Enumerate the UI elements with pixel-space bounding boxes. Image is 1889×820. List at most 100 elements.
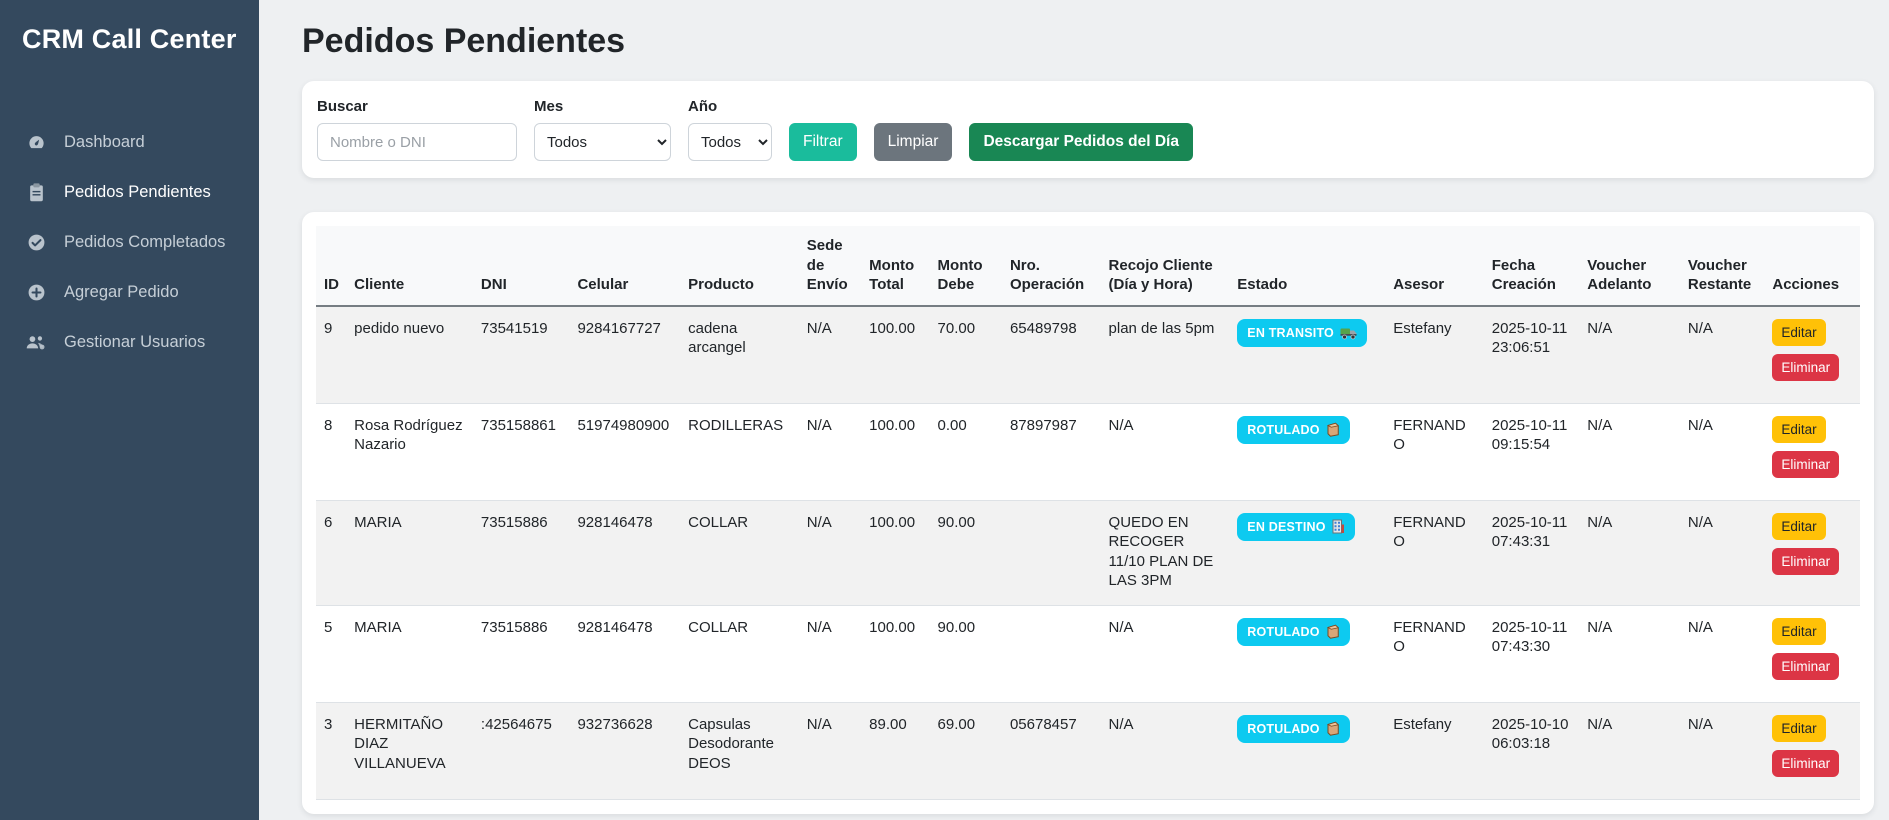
clear-button[interactable]: Limpiar xyxy=(874,123,953,161)
sidebar-item-label: Gestionar Usuarios xyxy=(64,333,205,352)
cell-sede_envio: N/A xyxy=(799,702,861,799)
search-input[interactable] xyxy=(317,123,517,161)
cell-producto: Capsulas Desodorante DEOS xyxy=(680,702,799,799)
column-header-monto_debe: Monto Debe xyxy=(930,226,1002,306)
page-title: Pedidos Pendientes xyxy=(302,22,1874,61)
cell-recojo: N/A xyxy=(1101,605,1230,702)
cell-id: 8 xyxy=(316,403,346,500)
cell-nro_operacion: 05678457 xyxy=(1002,702,1101,799)
cell-voucher_restante: N/A xyxy=(1680,500,1764,605)
cell-voucher_adelanto: N/A xyxy=(1579,500,1680,605)
sidebar-nav: Dashboard Pedidos Pendientes Pedidos Com… xyxy=(0,117,259,367)
cell-celular: 932736628 xyxy=(569,702,680,799)
column-header-producto: Producto xyxy=(680,226,799,306)
cell-voucher_restante: N/A xyxy=(1680,605,1764,702)
cell-fecha_creacion: 2025-10-11 09:15:54 xyxy=(1484,403,1580,500)
column-header-celular: Celular xyxy=(569,226,680,306)
cell-asesor: Estefany xyxy=(1385,306,1484,404)
year-select[interactable]: Todos xyxy=(688,123,772,161)
cell-celular: 928146478 xyxy=(569,500,680,605)
cell-monto_total: 89.00 xyxy=(861,702,929,799)
cell-asesor: FERNANDO xyxy=(1385,605,1484,702)
cell-recojo: N/A xyxy=(1101,403,1230,500)
cell-monto_total: 100.00 xyxy=(861,403,929,500)
cell-acciones: Editar Eliminar xyxy=(1764,702,1860,799)
cell-voucher_restante: N/A xyxy=(1680,306,1764,404)
cell-id: 5 xyxy=(316,605,346,702)
sidebar-item-pedidos-pendientes[interactable]: Pedidos Pendientes xyxy=(0,167,259,217)
delete-button[interactable]: Eliminar xyxy=(1772,451,1839,478)
check-circle-icon xyxy=(26,232,46,252)
cell-fecha_creacion: 2025-10-11 07:43:30 xyxy=(1484,605,1580,702)
cell-cliente: pedido nuevo xyxy=(346,306,473,404)
sidebar-item-gestionar-usuarios[interactable]: Gestionar Usuarios xyxy=(0,317,259,367)
search-label: Buscar xyxy=(317,98,517,115)
cell-sede_envio: N/A xyxy=(799,605,861,702)
status-badge: ROTULADO xyxy=(1237,416,1349,444)
cell-fecha_creacion: 2025-10-11 23:06:51 xyxy=(1484,306,1580,404)
cell-id: 9 xyxy=(316,306,346,404)
cell-estado: ROTULADO xyxy=(1229,403,1385,500)
filter-button[interactable]: Filtrar xyxy=(789,123,857,161)
sidebar-item-agregar-pedido[interactable]: Agregar Pedido xyxy=(0,267,259,317)
cell-monto_debe: 70.00 xyxy=(930,306,1002,404)
building-icon xyxy=(1332,519,1345,534)
cell-nro_operacion: 65489798 xyxy=(1002,306,1101,404)
cell-sede_envio: N/A xyxy=(799,500,861,605)
column-header-fecha_creacion: Fecha Creación xyxy=(1484,226,1580,306)
delete-button[interactable]: Eliminar xyxy=(1772,354,1839,381)
cell-sede_envio: N/A xyxy=(799,306,861,404)
cell-monto_debe: 0.00 xyxy=(930,403,1002,500)
cell-cliente: Rosa Rodríguez Nazario xyxy=(346,403,473,500)
column-header-monto_total: Monto Total xyxy=(861,226,929,306)
column-header-recojo: Recojo Cliente (Día y Hora) xyxy=(1101,226,1230,306)
cell-recojo: N/A xyxy=(1101,702,1230,799)
edit-button[interactable]: Editar xyxy=(1772,715,1825,742)
cell-fecha_creacion: 2025-10-11 07:43:31 xyxy=(1484,500,1580,605)
cell-dni: 735158861 xyxy=(473,403,570,500)
package-icon xyxy=(1326,721,1340,736)
table-row: 8Rosa Rodríguez Nazario73515886151974980… xyxy=(316,403,1860,500)
edit-button[interactable]: Editar xyxy=(1772,618,1825,645)
cell-voucher_adelanto: N/A xyxy=(1579,605,1680,702)
delete-button[interactable]: Eliminar xyxy=(1772,548,1839,575)
cell-acciones: Editar Eliminar xyxy=(1764,306,1860,404)
clipboard-icon xyxy=(26,182,46,202)
cell-voucher_adelanto: N/A xyxy=(1579,702,1680,799)
edit-button[interactable]: Editar xyxy=(1772,416,1825,443)
cell-monto_debe: 90.00 xyxy=(930,500,1002,605)
column-header-sede_envio: Sede de Envío xyxy=(799,226,861,306)
cell-nro_operacion xyxy=(1002,500,1101,605)
column-header-acciones: Acciones xyxy=(1764,226,1860,306)
status-label: ROTULADO xyxy=(1247,721,1319,737)
cell-asesor: Estefany xyxy=(1385,702,1484,799)
edit-button[interactable]: Editar xyxy=(1772,319,1825,346)
year-label: Año xyxy=(688,98,772,115)
cell-asesor: FERNANDO xyxy=(1385,500,1484,605)
cell-nro_operacion xyxy=(1002,605,1101,702)
column-header-voucher_adelanto: Voucher Adelanto xyxy=(1579,226,1680,306)
orders-table-head-row: IDClienteDNICelularProductoSede de Envío… xyxy=(316,226,1860,306)
table-row: 5MARIA73515886928146478COLLARN/A100.0090… xyxy=(316,605,1860,702)
cell-dni: 73515886 xyxy=(473,605,570,702)
cell-celular: 928146478 xyxy=(569,605,680,702)
cell-producto: COLLAR xyxy=(680,500,799,605)
edit-button[interactable]: Editar xyxy=(1772,513,1825,540)
status-label: EN DESTINO xyxy=(1247,519,1325,535)
month-select[interactable]: Todos xyxy=(534,123,671,161)
cell-voucher_adelanto: N/A xyxy=(1579,306,1680,404)
cell-estado: EN TRANSITO xyxy=(1229,306,1385,404)
column-header-nro_operacion: Nro. Operación xyxy=(1002,226,1101,306)
download-orders-button[interactable]: Descargar Pedidos del Día xyxy=(969,123,1193,161)
delete-button[interactable]: Eliminar xyxy=(1772,750,1839,777)
cell-id: 3 xyxy=(316,702,346,799)
delete-button[interactable]: Eliminar xyxy=(1772,653,1839,680)
sidebar-item-pedidos-completados[interactable]: Pedidos Completados xyxy=(0,217,259,267)
cell-monto_total: 100.00 xyxy=(861,500,929,605)
status-badge: EN DESTINO xyxy=(1237,513,1354,541)
users-icon xyxy=(26,332,46,352)
cell-monto_total: 100.00 xyxy=(861,306,929,404)
cell-id: 6 xyxy=(316,500,346,605)
sidebar-item-dashboard[interactable]: Dashboard xyxy=(0,117,259,167)
cell-asesor: FERNANDO xyxy=(1385,403,1484,500)
